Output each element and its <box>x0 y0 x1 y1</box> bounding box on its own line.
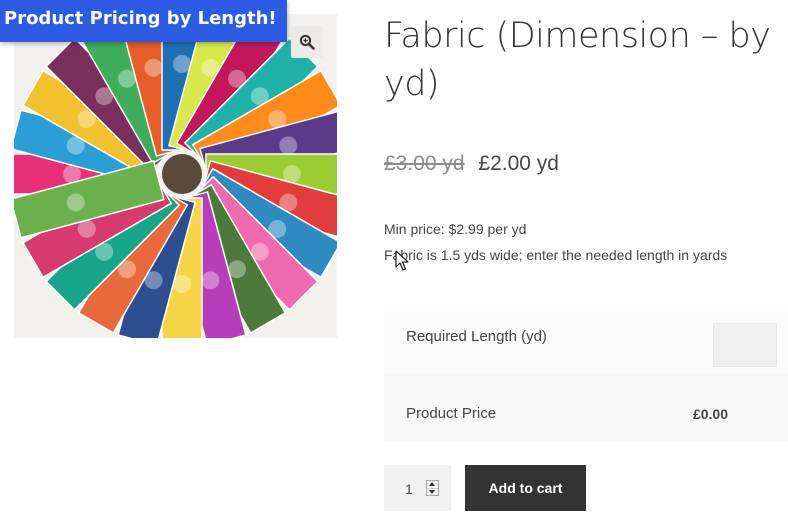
spinner-up-icon[interactable] <box>429 482 435 486</box>
fabric-fan-image <box>14 14 337 338</box>
product-image[interactable] <box>14 14 337 338</box>
product-price-label: Product Price <box>406 405 497 422</box>
quantity-value: 1 <box>405 481 413 497</box>
measurement-table: Required Length (yd) Product Price £0.00 <box>384 310 788 442</box>
width-note: Fabric is 1.5 yds wide; enter the needed… <box>384 247 728 263</box>
old-price: £3.00 yd <box>384 152 465 175</box>
product-price-value: £0.00 <box>692 406 728 422</box>
spinner-down-icon[interactable] <box>429 490 435 494</box>
promo-banner: Product Pricing by Length! <box>0 0 287 42</box>
quantity-spinner[interactable] <box>426 480 439 496</box>
zoom-button[interactable] <box>291 26 323 58</box>
length-label: Required Length (yd) <box>406 328 547 345</box>
add-to-cart-button[interactable]: Add to cart <box>465 465 586 511</box>
cursor-icon <box>395 250 409 271</box>
product-title: Fabric (Dimension – by yd) <box>384 16 771 104</box>
current-price: £2.00 yd <box>478 152 559 175</box>
min-price-note: Min price: $2.99 per yd <box>384 221 527 237</box>
price-block: £3.00 yd £2.00 yd <box>384 152 559 176</box>
zoom-icon <box>299 34 315 50</box>
quantity-stepper[interactable]: 1 <box>384 465 451 511</box>
length-input[interactable] <box>713 323 777 367</box>
